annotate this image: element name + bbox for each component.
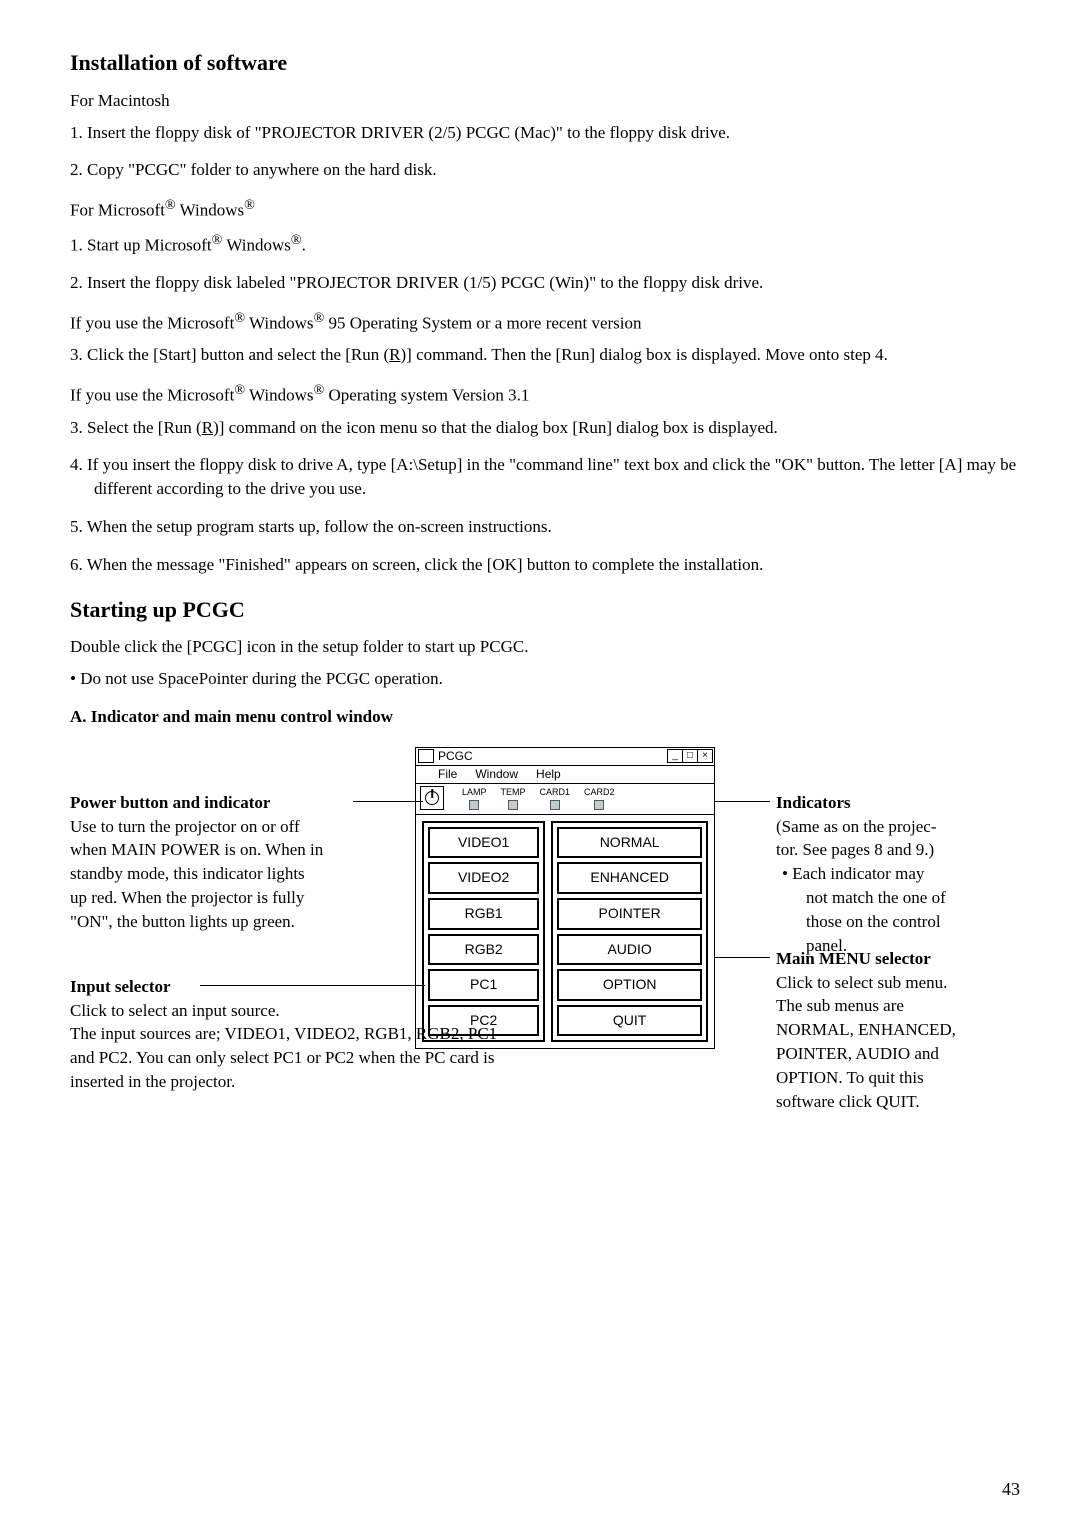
for-mac-label: For Macintosh [70,89,1020,113]
menu-normal[interactable]: NORMAL [557,827,702,859]
callout-power-line: when MAIN POWER is on. When in [70,838,410,862]
heading-starting: Starting up PCGC [70,595,1020,626]
callout-power-line: up red. When the projector is fully [70,886,410,910]
subheading-a: A. Indicator and main menu control windo… [70,705,1020,729]
callout-input-line: The input sources are; VIDEO1, VIDEO2, R… [70,1022,710,1046]
callout-main-menu-title: Main MENU selector [776,947,1021,971]
toolbar: LAMP TEMP CARD1 CARD2 [416,784,714,815]
callout-main-menu: Main MENU selector Click to select sub m… [776,947,1021,1114]
callout-input-line: Click to select an input source. [70,999,710,1023]
callout-input-line: inserted in the projector. [70,1070,710,1094]
callout-power-line: Use to turn the projector on or off [70,815,410,839]
page-number: 43 [1002,1477,1020,1502]
indicator-card2-led [594,800,604,810]
indicator-card1-label: CARD1 [540,786,571,799]
menu-pointer[interactable]: POINTER [557,898,702,930]
callout-indicators-bullet: • Each indicator may [776,862,1021,886]
callout-indicators-line: those on the control [776,910,1021,934]
system-menu-icon[interactable] [418,749,434,763]
indicator-card2-label: CARD2 [584,786,615,799]
indicator-card1-led [550,800,560,810]
step-4: 4. If you insert the floppy disk to driv… [70,453,1020,501]
menu-enhanced[interactable]: ENHANCED [557,862,702,894]
indicator-lamp-led [469,800,479,810]
win-step-1: 1. Start up Microsoft® Windows®. [70,231,1020,257]
menu-file[interactable]: File [438,766,457,783]
callout-indicators: Indicators (Same as on the projec- tor. … [776,791,1021,958]
for-win-label: For Microsoft® Windows® [70,196,1020,222]
callout-main-menu-line: NORMAL, ENHANCED, [776,1018,1021,1042]
mac-step-1: 1. Insert the floppy disk of "PROJECTOR … [70,121,1020,145]
close-button[interactable]: × [697,749,713,763]
win-step-2: 2. Insert the floppy disk labeled "PROJE… [70,271,1020,295]
callout-input-selector: Input selector Click to select an input … [70,975,710,1094]
minimize-button[interactable]: _ [667,749,683,763]
callout-power-line: standby mode, this indicator lights [70,862,410,886]
input-rgb1[interactable]: RGB1 [428,898,539,930]
input-video1[interactable]: VIDEO1 [428,827,539,859]
mac-step-2: 2. Copy "PCGC" folder to anywhere on the… [70,158,1020,182]
step-6: 6. When the message "Finished" appears o… [70,553,1020,577]
callout-main-menu-line: POINTER, AUDIO and [776,1042,1021,1066]
callout-indicators-title: Indicators [776,791,1021,815]
step-3a: 3. Click the [Start] button and select t… [70,343,1020,367]
diagram: PCGC _ □ × File Window Help LAMP TEMP CA… [70,747,1020,1147]
menu-help[interactable]: Help [536,766,561,783]
callout-indicators-line: tor. See pages 8 and 9.) [776,838,1021,862]
callout-main-menu-line: software click QUIT. [776,1090,1021,1114]
input-video2[interactable]: VIDEO2 [428,862,539,894]
menu-bar: File Window Help [416,766,714,784]
indicator-temp-label: TEMP [501,786,526,799]
callout-main-menu-line: OPTION. To quit this [776,1066,1021,1090]
window-title: PCGC [438,748,668,765]
heading-installation: Installation of software [70,48,1020,79]
title-bar[interactable]: PCGC _ □ × [416,748,714,766]
if-win95: If you use the Microsoft® Windows® 95 Op… [70,309,1020,335]
callout-power-line: "ON", the button lights up green. [70,910,410,934]
start-bullet: • Do not use SpacePointer during the PCG… [70,667,1020,691]
callout-main-menu-line: The sub menus are [776,994,1021,1018]
power-button[interactable] [420,786,444,810]
callout-power-button: Power button and indicator Use to turn t… [70,791,410,934]
start-paragraph: Double click the [PCGC] icon in the setu… [70,635,1020,659]
callout-main-menu-line: Click to select sub menu. [776,971,1021,995]
power-icon [425,791,439,805]
step-5: 5. When the setup program starts up, fol… [70,515,1020,539]
callout-indicators-line: not match the one of [776,886,1021,910]
callout-line [715,801,770,802]
maximize-button[interactable]: □ [682,749,698,763]
callout-power-title: Power button and indicator [70,791,410,815]
menu-audio[interactable]: AUDIO [557,934,702,966]
callout-indicators-line: (Same as on the projec- [776,815,1021,839]
step-3b: 3. Select the [Run (R)] command on the i… [70,416,1020,440]
indicator-row: LAMP TEMP CARD1 CARD2 [462,786,615,810]
if-win31: If you use the Microsoft® Windows® Opera… [70,381,1020,407]
callout-input-title: Input selector [70,975,710,999]
callout-line [715,957,770,958]
menu-window[interactable]: Window [475,766,518,783]
indicator-temp-led [508,800,518,810]
indicator-lamp-label: LAMP [462,786,487,799]
input-rgb2[interactable]: RGB2 [428,934,539,966]
callout-input-line: and PC2. You can only select PC1 or PC2 … [70,1046,710,1070]
